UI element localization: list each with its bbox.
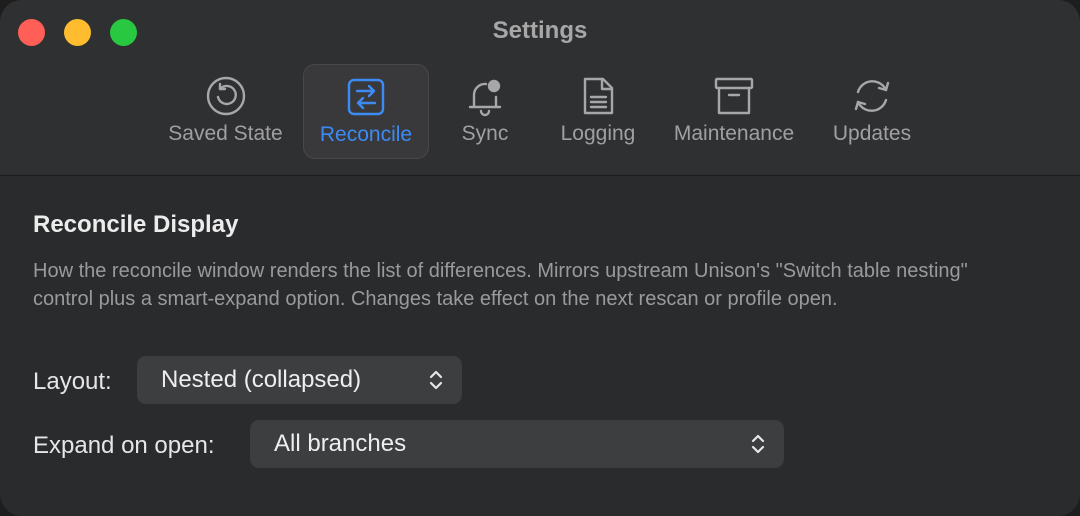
section-title: Reconcile Display — [33, 211, 239, 238]
tab-reconcile[interactable]: Reconcile — [303, 64, 429, 159]
up-down-chevron-icon — [750, 432, 766, 456]
settings-window: Settings Saved State Reconcile Sync Logg… — [0, 0, 1080, 516]
reconcile-arrows-icon — [344, 75, 388, 119]
tab-logging[interactable]: Logging — [548, 64, 648, 159]
refresh-icon — [850, 74, 894, 118]
titlebar: Settings Saved State Reconcile Sync Logg… — [0, 0, 1080, 176]
expand-on-open-popup[interactable]: All branches — [250, 420, 784, 468]
tab-label: Reconcile — [319, 123, 413, 146]
expand-on-open-label: Expand on open: — [33, 432, 215, 459]
tab-label: Maintenance — [673, 122, 795, 145]
document-icon — [576, 74, 620, 118]
bell-badge-icon — [463, 74, 507, 118]
archive-box-icon — [712, 74, 756, 118]
tab-saved-state[interactable]: Saved State — [158, 64, 293, 159]
layout-value: Nested (collapsed) — [161, 366, 362, 393]
tab-sync[interactable]: Sync — [445, 64, 525, 159]
window-title: Settings — [492, 17, 588, 44]
up-down-chevron-icon — [428, 368, 444, 392]
tab-label: Logging — [560, 122, 636, 145]
tab-maintenance[interactable]: Maintenance — [662, 64, 806, 159]
tab-label: Updates — [832, 122, 912, 145]
section-description: How the reconcile window renders the lis… — [33, 260, 968, 310]
layout-label: Layout: — [33, 368, 112, 395]
layout-popup[interactable]: Nested (collapsed) — [137, 356, 462, 404]
history-icon — [204, 74, 248, 118]
expand-on-open-value: All branches — [274, 430, 407, 457]
tab-label: Saved State — [168, 122, 283, 145]
tab-label: Sync — [461, 122, 509, 145]
tab-updates[interactable]: Updates — [822, 64, 922, 159]
